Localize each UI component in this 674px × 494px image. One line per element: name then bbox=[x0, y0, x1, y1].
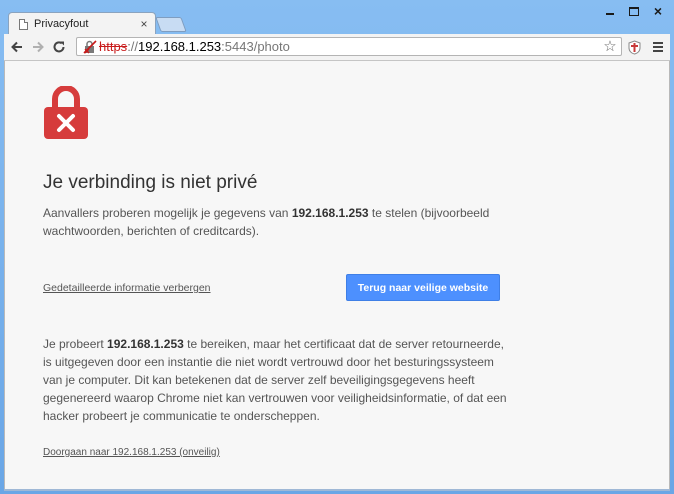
tab-title: Privacyfout bbox=[34, 18, 89, 30]
extension-shield-icon[interactable] bbox=[626, 38, 642, 56]
address-bar[interactable]: https://192.168.1.253:5443/photo bbox=[76, 37, 622, 56]
tab-strip: Privacyfout × × bbox=[0, 0, 674, 35]
forward-button[interactable] bbox=[29, 37, 47, 57]
page-title: Je verbinding is niet privé bbox=[43, 172, 258, 193]
reload-icon bbox=[53, 41, 65, 53]
maximize-icon bbox=[629, 6, 639, 16]
forward-arrow-icon bbox=[33, 41, 44, 53]
back-arrow-icon bbox=[11, 41, 22, 53]
browser-window: Privacyfout × × https://192.168.1.253:54… bbox=[0, 0, 674, 494]
menu-bar-icon bbox=[653, 46, 663, 48]
url-host: 192.168.1.253 bbox=[138, 39, 222, 54]
url-scheme: https bbox=[99, 39, 128, 54]
summary-host: 192.168.1.253 bbox=[291, 206, 369, 220]
details-text: Je probeert bbox=[43, 337, 108, 351]
menu-bar-icon bbox=[653, 50, 663, 52]
url-text: https://192.168.1.253:5443/photo bbox=[99, 39, 290, 54]
url-path: :5443/photo bbox=[221, 39, 290, 54]
toolbar: https://192.168.1.253:5443/photo ☆ bbox=[4, 34, 670, 61]
close-window-button[interactable]: × bbox=[646, 2, 670, 20]
minimize-icon bbox=[606, 13, 614, 15]
page-icon bbox=[19, 18, 28, 30]
back-button[interactable] bbox=[8, 37, 26, 57]
reload-button[interactable] bbox=[50, 37, 68, 57]
details-host: 192.168.1.253 bbox=[107, 337, 184, 351]
details-explanation: Je probeert 192.168.1.253 te bereiken, m… bbox=[43, 335, 513, 425]
url-separator: :// bbox=[127, 39, 139, 54]
minimize-button[interactable] bbox=[598, 2, 622, 20]
hide-details-link[interactable]: Gedetailleerde informatie verbergen bbox=[43, 282, 211, 294]
summary-text: Aanvallers proberen mogelijk je gegevens… bbox=[43, 206, 292, 220]
broken-lock-icon[interactable] bbox=[83, 39, 97, 54]
warning-summary: Aanvallers proberen mogelijk je gegevens… bbox=[43, 204, 523, 240]
interstitial-page: Je verbinding is niet privé Aanvallers p… bbox=[4, 61, 670, 490]
window-bottom-border bbox=[4, 489, 670, 491]
maximize-button[interactable] bbox=[622, 2, 646, 20]
chrome-menu-button[interactable] bbox=[650, 39, 666, 55]
tab-close-icon[interactable]: × bbox=[137, 17, 151, 31]
red-padlock-icon bbox=[44, 86, 88, 139]
menu-bar-icon bbox=[653, 42, 663, 44]
back-to-safety-button[interactable]: Terug naar veilige website bbox=[346, 274, 500, 301]
tab-privacyfout[interactable]: Privacyfout × bbox=[8, 12, 156, 35]
proceed-unsafe-link[interactable]: Doorgaan naar 192.168.1.253 (onveilig) bbox=[43, 447, 220, 458]
new-tab-button[interactable] bbox=[155, 17, 187, 32]
bookmark-star-icon[interactable]: ☆ bbox=[602, 38, 618, 56]
close-icon: × bbox=[653, 3, 663, 19]
